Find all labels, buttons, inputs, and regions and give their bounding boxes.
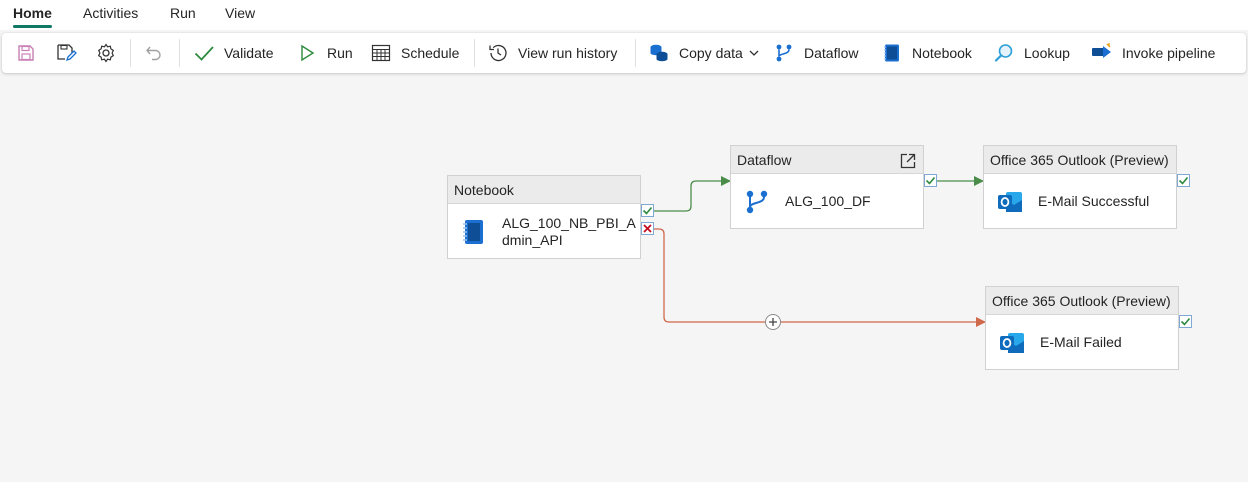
schedule-button[interactable]: Schedule [369,33,459,73]
on-success-port[interactable] [924,174,937,187]
activity-type-text: Dataflow [737,152,792,168]
dataflow-icon [743,188,771,216]
on-failure-port[interactable] [641,222,654,235]
copy-data-button[interactable]: Copy data [647,33,760,73]
on-success-port[interactable] [1179,315,1192,328]
tab-run[interactable]: Run [170,0,196,30]
checkmark-icon [192,41,216,65]
run-label: Run [327,45,353,61]
activity-type-label: Notebook [448,176,640,204]
lookup-label: Lookup [1024,45,1070,61]
tab-view[interactable]: View [225,0,255,30]
lookup-button[interactable]: Lookup [992,33,1070,73]
history-icon [486,41,510,65]
tab-home[interactable]: Home [13,0,52,30]
save-as-button[interactable] [54,33,78,73]
validate-button[interactable]: Validate [192,33,274,73]
outlook-icon [996,188,1024,216]
activity-name-line-1: ALG_100_NB_PBI_A [502,214,636,231]
activity-type-label: Dataflow [731,146,923,174]
add-activity-button[interactable] [765,314,781,330]
pipeline-canvas[interactable] [0,80,1248,482]
notebook-icon [880,41,904,65]
search-icon [992,41,1016,65]
notebook-button[interactable]: Notebook [880,33,972,73]
activity-outlook-failed[interactable]: Office 365 Outlook (Preview) E-Mail Fail… [985,286,1179,370]
activity-dataflow[interactable]: Dataflow ALG_100_DF [730,145,924,229]
activity-name: ALG_100_NB_PBI_A dmin_API [502,215,636,249]
activity-name-line-2: dmin_API [502,231,563,248]
activity-notebook[interactable]: Notebook ALG_100_NB_PBI_A dmin_API [447,175,641,259]
toolbar-separator [635,39,636,67]
copy-data-label: Copy data [679,45,743,61]
save-as-icon [54,41,78,65]
activity-name: E-Mail Successful [1038,193,1150,209]
gear-icon [94,41,118,65]
activity-name: ALG_100_DF [785,193,871,209]
activity-outlook-success[interactable]: Office 365 Outlook (Preview) E-Mail Succ… [983,145,1177,229]
validate-label: Validate [224,45,274,61]
on-success-port[interactable] [1177,174,1190,187]
chevron-down-icon [748,47,760,59]
toolbar-separator [474,39,475,67]
close-icon [643,224,652,233]
toolbar: Validate Run Schedule View run history C… [2,33,1246,73]
ribbon-tabs: Home Activities Run View [0,0,1248,30]
view-run-history-button[interactable]: View run history [486,33,617,73]
on-success-port[interactable] [641,204,654,217]
checkmark-icon [925,176,936,185]
dataflow-label: Dataflow [804,45,859,61]
toolbar-separator [130,39,131,67]
activity-name: E-Mail Failed [1040,334,1122,350]
checkmark-icon [642,206,653,215]
open-external-icon[interactable] [899,151,917,169]
notebook-icon [460,218,488,246]
calendar-icon [369,41,393,65]
undo-button[interactable] [142,33,166,73]
undo-icon [142,41,166,65]
activity-type-label: Office 365 Outlook (Preview) [986,287,1178,315]
save-button[interactable] [14,33,38,73]
schedule-label: Schedule [401,45,460,61]
dataflow-icon [772,41,796,65]
invoke-pipeline-icon [1090,41,1114,65]
tab-activities[interactable]: Activities [83,0,138,30]
activity-type-label: Office 365 Outlook (Preview) [984,146,1176,174]
play-icon [295,41,319,65]
database-icon [647,41,671,65]
notebook-label: Notebook [912,45,972,61]
view-run-history-label: View run history [518,45,618,61]
plus-icon [769,318,777,326]
settings-button[interactable] [94,33,118,73]
checkmark-icon [1180,317,1191,326]
dataflow-button[interactable]: Dataflow [772,33,858,73]
run-button[interactable]: Run [295,33,353,73]
toolbar-separator [179,39,180,67]
invoke-pipeline-label: Invoke pipeline [1122,45,1216,61]
outlook-icon [998,329,1026,357]
invoke-pipeline-button[interactable]: Invoke pipeline [1090,33,1215,73]
save-icon [14,41,38,65]
checkmark-icon [1178,176,1189,185]
